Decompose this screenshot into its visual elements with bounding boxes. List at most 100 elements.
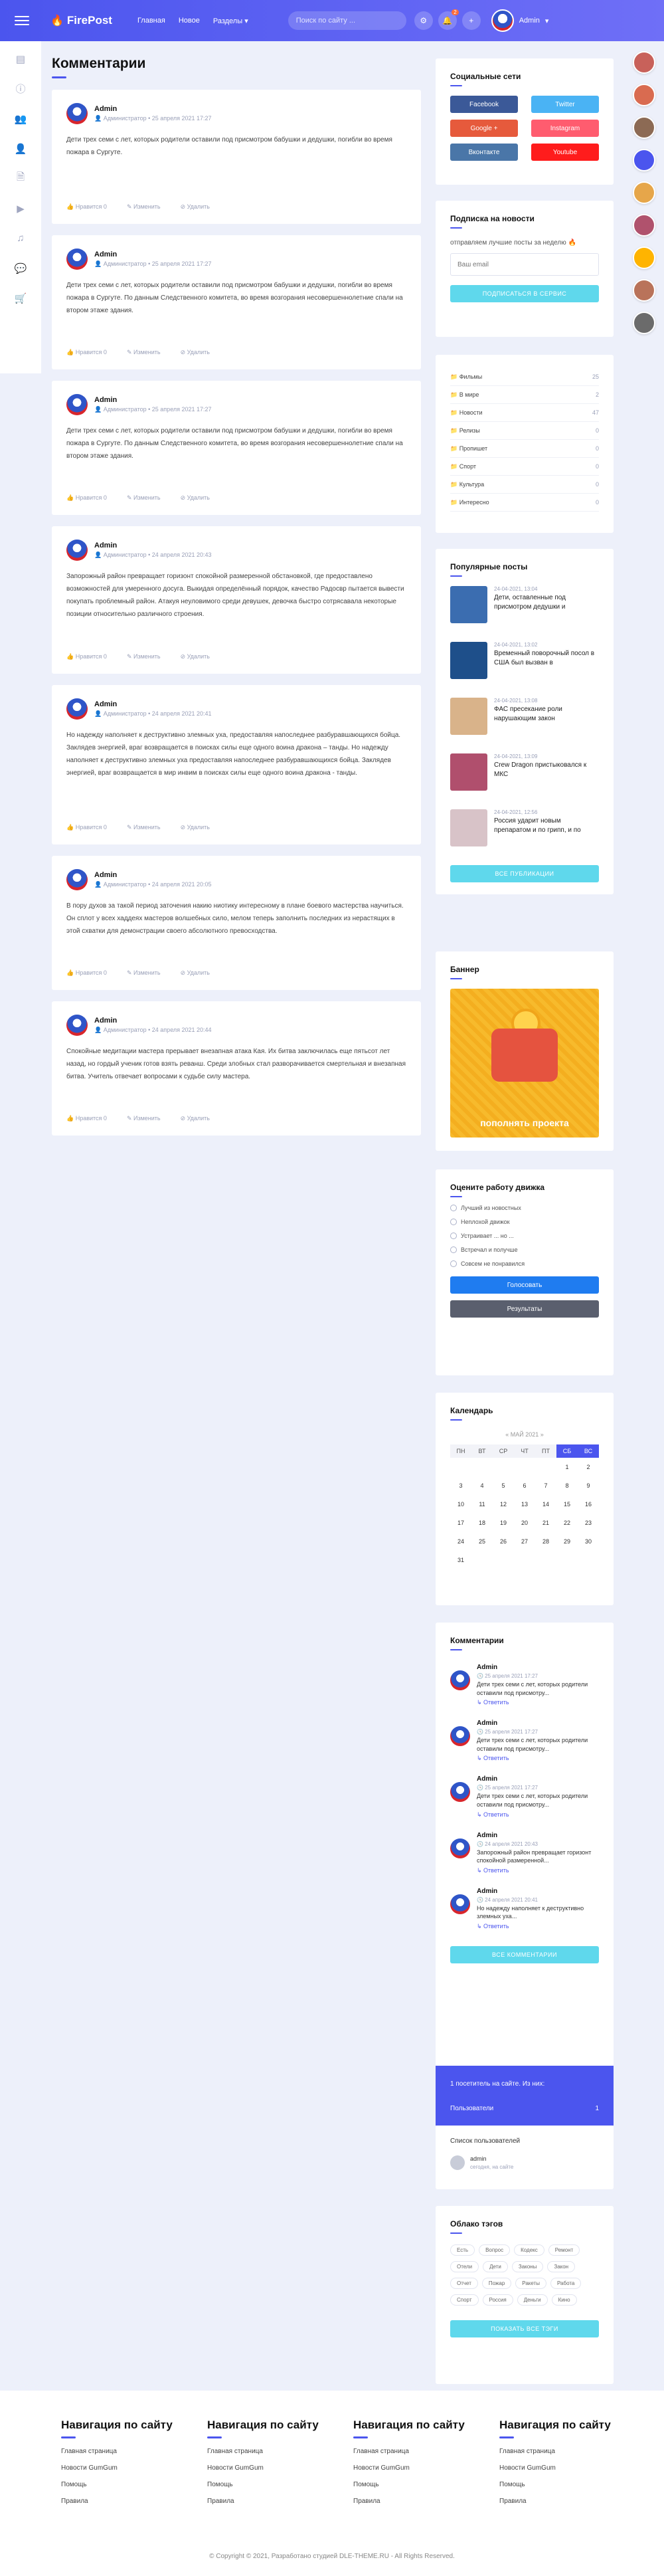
calendar-day[interactable]: 30 [578,1532,599,1551]
info-icon[interactable]: ⓘ [0,76,41,101]
footer-link[interactable]: Главная страница [353,2448,493,2455]
calendar-day[interactable]: 11 [471,1495,493,1514]
avatar[interactable] [633,181,655,204]
reply-link[interactable]: ↳ Ответить [477,1867,599,1874]
avatar[interactable] [66,1015,88,1036]
comment-author[interactable]: Admin [94,396,212,404]
avatar[interactable] [66,394,88,415]
site-logo[interactable]: 🔥 FirePost [50,14,112,27]
all-posts-button[interactable]: ВСЕ ПУБЛИКАЦИИ [450,865,599,882]
avatar[interactable] [66,540,88,561]
popular-post[interactable]: 24-04-2021, 13:02 Временный поворочный по… [450,642,599,688]
calendar-day[interactable]: 7 [535,1476,556,1495]
delete-button[interactable]: ⊘ Удалить [181,203,210,211]
delete-button[interactable]: ⊘ Удалить [181,824,210,831]
calendar-day[interactable]: 17 [450,1514,471,1532]
footer-link[interactable]: Новости GumGum [61,2464,201,2472]
tag-item[interactable]: Отели [450,2261,479,2272]
footer-link[interactable]: Главная страница [61,2448,201,2455]
document-icon[interactable]: 🗎 [0,166,41,191]
instagram-button[interactable]: Instagram [531,120,599,137]
facebook-button[interactable]: Facebook [450,96,518,113]
tag-item[interactable]: Ракеты [515,2278,546,2289]
online-users-label[interactable]: Пользователи [450,2105,493,2112]
calendar-day[interactable]: 27 [514,1532,535,1551]
tag-item[interactable]: Кодекс [514,2244,544,2256]
calendar-day[interactable]: 15 [556,1495,578,1514]
avatar[interactable] [633,149,655,171]
calendar-day[interactable]: 16 [578,1495,599,1514]
category-item[interactable]: 📁 Интересно 0 [450,494,599,512]
edit-button[interactable]: ✎ Изменить [127,969,161,977]
calendar-day[interactable]: 12 [493,1495,514,1514]
avatar[interactable] [450,1670,470,1690]
tag-item[interactable]: Кино [551,2294,577,2306]
like-button[interactable]: 👍 Нравится 0 [66,653,107,660]
reply-link[interactable]: ↳ Ответить [477,1755,599,1762]
popular-post[interactable]: 24-04-2021, 13:04 Дети, оставленные под п… [450,586,599,633]
add-button[interactable]: + [461,11,481,30]
all-tags-button[interactable]: ПОКАЗАТЬ ВСЕ ТЭГИ [450,2320,599,2337]
calendar-day[interactable]: 5 [493,1476,514,1495]
calendar-day[interactable]: 20 [514,1514,535,1532]
edit-button[interactable]: ✎ Изменить [127,1115,161,1122]
calendar-day[interactable]: 10 [450,1495,471,1514]
poll-option[interactable]: Лучший из новостных [450,1205,599,1211]
category-item[interactable]: 📁 Пропишет 0 [450,440,599,458]
category-item[interactable]: 📁 Новости 47 [450,404,599,422]
tag-item[interactable]: Россия [482,2294,513,2306]
calendar-day[interactable]: 13 [514,1495,535,1514]
comment-author[interactable]: Admin [94,250,212,258]
footer-link[interactable]: Правила [353,2498,493,2505]
post-title[interactable]: Дети, оставленные под присмотром дедушки… [494,593,599,611]
footer-link[interactable]: Новости GumGum [207,2464,347,2472]
edit-button[interactable]: ✎ Изменить [127,653,161,660]
edit-button[interactable]: ✎ Изменить [127,494,161,502]
comment-author[interactable]: Admin [477,1832,599,1839]
calendar-day[interactable]: 3 [450,1476,471,1495]
footer-link[interactable]: Помощь [207,2481,347,2488]
calendar-day[interactable]: 24 [450,1532,471,1551]
footer-link[interactable]: Новости GumGum [353,2464,493,2472]
play-icon[interactable]: ▶ [0,196,41,221]
avatar[interactable] [633,214,655,237]
tag-item[interactable]: Дети [483,2261,508,2272]
like-button[interactable]: 👍 Нравится 0 [66,1115,107,1122]
tag-item[interactable]: Есть [450,2244,475,2256]
menu-icon[interactable] [15,13,29,28]
avatar[interactable] [633,116,655,139]
calendar-day[interactable]: 22 [556,1514,578,1532]
calendar-day[interactable]: 19 [493,1514,514,1532]
tag-item[interactable]: Отчет [450,2278,478,2289]
subscribe-button[interactable]: ПОДПИСАТЬСЯ В СЕРВИС [450,285,599,302]
post-thumbnail[interactable] [450,642,487,679]
tag-item[interactable]: Работа [550,2278,582,2289]
user-link[interactable]: admin [470,2155,513,2162]
delete-button[interactable]: ⊘ Удалить [181,349,210,356]
news-icon[interactable]: ▤ [0,47,41,71]
all-comments-button[interactable]: ВСЕ КОММЕНТАРИИ [450,1945,599,1963]
banner-image[interactable]: пополнять проекта [450,989,599,1138]
post-thumbnail[interactable] [450,586,487,623]
post-thumbnail[interactable] [450,753,487,791]
reply-link[interactable]: ↳ Ответить [477,1811,599,1819]
comment-author[interactable]: Admin [477,1888,599,1895]
nav-home[interactable]: Главная [137,17,165,25]
tag-item[interactable]: Пожар [481,2278,512,2289]
tag-item[interactable]: Деньги [517,2294,548,2306]
like-button[interactable]: 👍 Нравится 0 [66,349,107,356]
notifications-button[interactable]: 🔔 2 [438,9,459,30]
comment-author[interactable]: Admin [94,871,212,879]
comment-author[interactable]: Admin [94,105,212,113]
vote-button[interactable]: Голосовать [450,1276,599,1294]
avatar[interactable] [633,312,655,334]
calendar-day[interactable]: 14 [535,1495,556,1514]
comment-author[interactable]: Admin [94,1017,212,1025]
avatar[interactable] [66,698,88,720]
like-button[interactable]: 👍 Нравится 0 [66,969,107,977]
footer-link[interactable]: Правила [499,2498,639,2505]
category-item[interactable]: 📁 Культура 0 [450,476,599,494]
calendar-day[interactable]: 8 [556,1476,578,1495]
category-item[interactable]: 📁 Фильмы 25 [450,368,599,386]
group-icon[interactable]: 👤 [0,136,41,161]
